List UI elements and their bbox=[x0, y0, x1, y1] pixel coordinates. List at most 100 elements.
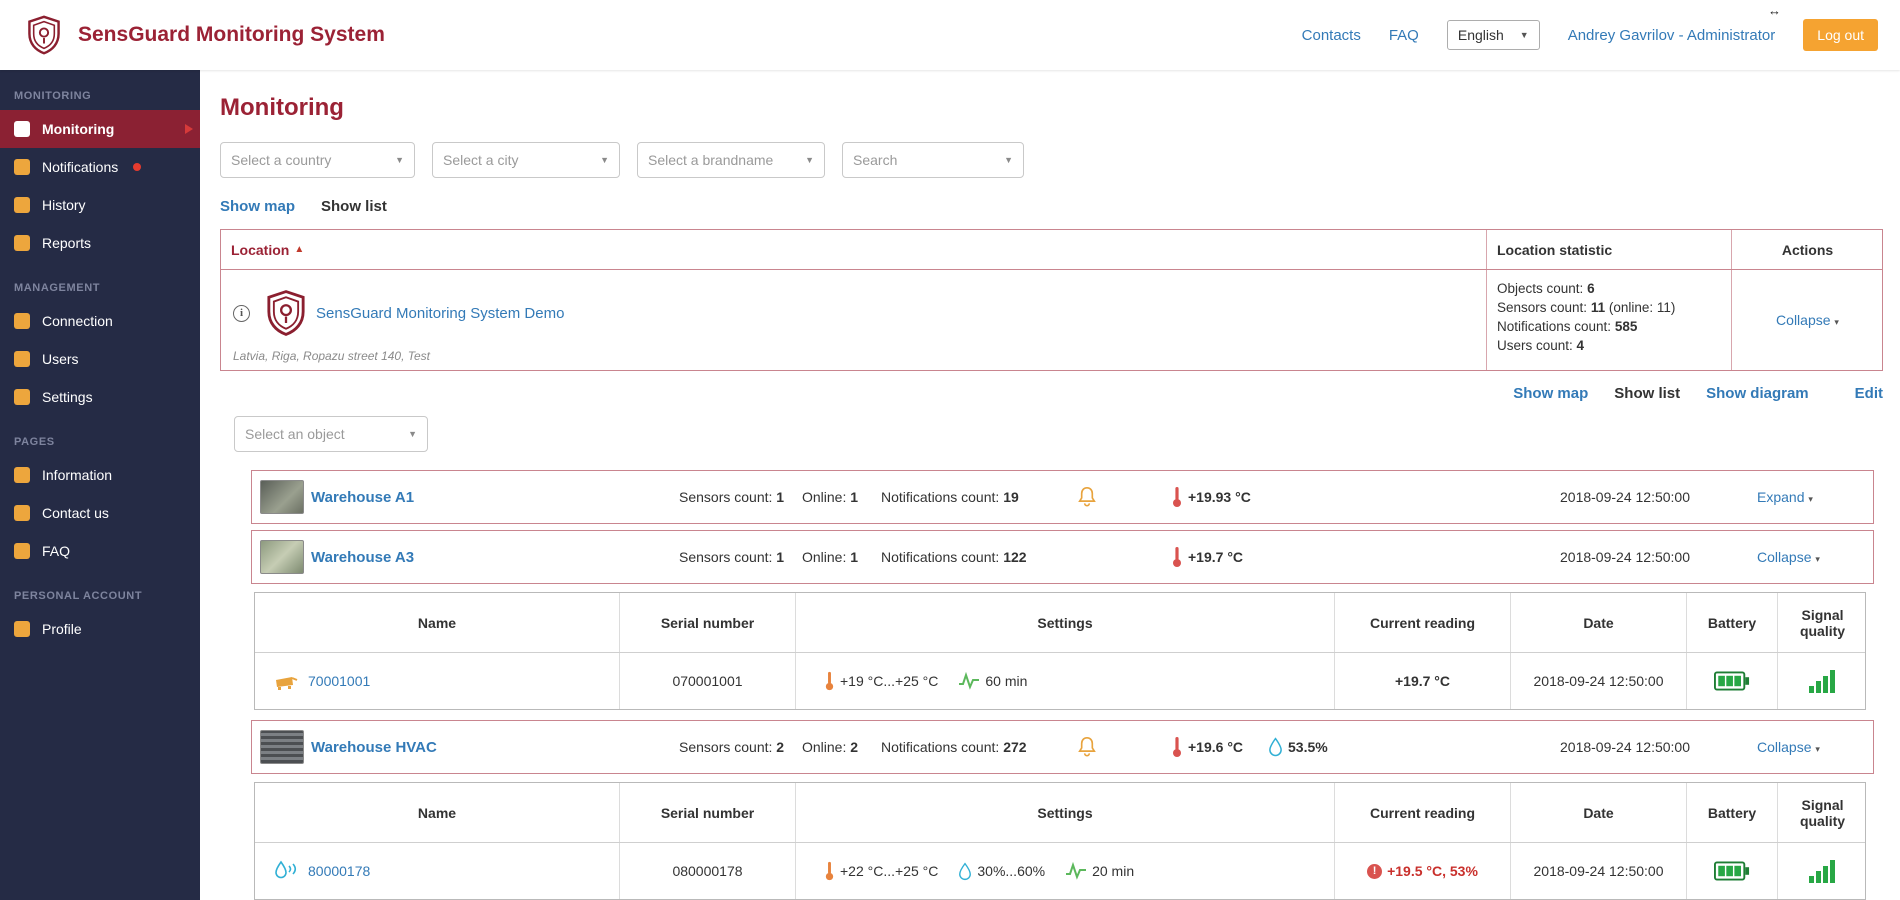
sidebar-item-connection[interactable]: Connection bbox=[0, 302, 200, 340]
object-expand-link[interactable]: Expand ▾ bbox=[1757, 489, 1873, 505]
sidebar-item-information[interactable]: Information bbox=[0, 456, 200, 494]
temperature-reading: +19.7 °C bbox=[1171, 545, 1268, 569]
statistic-column-header: Location statistic bbox=[1486, 230, 1731, 269]
stat-sensors: Sensors count: 11 (online: 11) bbox=[1497, 298, 1721, 317]
sensor-serial: 080000178 bbox=[619, 843, 795, 899]
battery-indicator bbox=[1686, 653, 1777, 709]
object-date: 2018-09-24 12:50:00 bbox=[1560, 739, 1757, 755]
object-thumbnail bbox=[260, 480, 304, 514]
sidebar-item-label: Information bbox=[42, 467, 112, 483]
objects-list: Warehouse A1 Sensors count: 1 Online: 1 … bbox=[251, 470, 1874, 900]
col-signal: Signal quality bbox=[1777, 783, 1867, 842]
brandname-select[interactable]: Select a brandname ▼ bbox=[637, 142, 825, 178]
show-map-link[interactable]: Show map bbox=[220, 198, 295, 215]
col-current: Current reading bbox=[1334, 593, 1510, 652]
header-nav: Contacts FAQ English ▼ Andrey Gavrilov -… bbox=[1302, 19, 1878, 51]
info-icon[interactable]: i bbox=[233, 305, 250, 322]
location-name-link[interactable]: SensGuard Monitoring System Demo bbox=[316, 305, 564, 322]
sidebar-item-history[interactable]: History bbox=[0, 186, 200, 224]
sidebar-item-label: FAQ bbox=[42, 543, 70, 559]
caret-down-icon: ▾ bbox=[1808, 494, 1813, 504]
notification-badge bbox=[133, 163, 141, 171]
col-settings: Settings bbox=[795, 783, 1334, 842]
signal-indicator bbox=[1777, 843, 1867, 899]
sidebar-item-label: Reports bbox=[42, 235, 91, 251]
object-edit-link[interactable]: Edit bbox=[1855, 385, 1883, 402]
col-date: Date bbox=[1510, 593, 1686, 652]
object-select[interactable]: Select an object ▼ bbox=[234, 416, 428, 452]
location-row: i SensGuard Monitoring System Demo Latvi… bbox=[221, 270, 1882, 370]
sensor-row-70001001: 70001001 070001001 +19 °C...+25 °C 60 mi… bbox=[255, 653, 1865, 709]
information-icon bbox=[14, 467, 30, 483]
chevron-down-icon: ▼ bbox=[805, 155, 814, 165]
location-address: Latvia, Riga, Ropazu street 140, Test bbox=[233, 349, 430, 363]
object-show-list-active[interactable]: Show list bbox=[1614, 385, 1680, 402]
object-show-map-link[interactable]: Show map bbox=[1513, 385, 1588, 402]
col-serial: Serial number bbox=[619, 593, 795, 652]
sensor-table-warehouse-hvac: Name Serial number Settings Current read… bbox=[254, 782, 1866, 900]
sidebar-item-label: History bbox=[42, 197, 86, 213]
sensor-settings: +19 °C...+25 °C 60 min bbox=[795, 653, 1334, 709]
col-battery: Battery bbox=[1686, 593, 1777, 652]
logout-button[interactable]: Log out bbox=[1803, 19, 1878, 51]
droplet-icon bbox=[958, 862, 972, 881]
object-date: 2018-09-24 12:50:00 bbox=[1560, 489, 1757, 505]
object-show-diagram-link[interactable]: Show diagram bbox=[1706, 385, 1809, 402]
country-select[interactable]: Select a country ▼ bbox=[220, 142, 415, 178]
show-list-active[interactable]: Show list bbox=[321, 198, 387, 215]
humidity-reading: 53.5% bbox=[1268, 737, 1368, 757]
contacts-link[interactable]: Contacts bbox=[1302, 27, 1361, 44]
object-row-warehouse-hvac: Warehouse HVAC Sensors count: 2 Online: … bbox=[251, 720, 1874, 774]
object-name-link[interactable]: Warehouse A1 bbox=[301, 489, 679, 506]
chevron-down-icon: ▼ bbox=[1004, 155, 1013, 165]
sidebar-item-reports[interactable]: Reports bbox=[0, 224, 200, 262]
sidebar-item-faq[interactable]: FAQ bbox=[0, 532, 200, 570]
sidebar-item-notifications[interactable]: Notifications bbox=[0, 148, 200, 186]
sensor-row-80000178: 80000178 080000178 +22 °C...+25 °C 30%..… bbox=[255, 843, 1865, 899]
sidebar-item-label: Connection bbox=[42, 313, 113, 329]
location-column-header[interactable]: Location ▲ bbox=[221, 230, 1486, 269]
caret-down-icon: ▾ bbox=[1815, 554, 1820, 564]
faq-icon bbox=[14, 543, 30, 559]
user-profile-link[interactable]: Andrey Gavrilov - Administrator bbox=[1568, 27, 1776, 44]
sensor-settings: +22 °C...+25 °C 30%...60% 20 min bbox=[795, 843, 1334, 899]
app-title: SensGuard Monitoring System bbox=[78, 23, 385, 47]
sensor-date: 2018-09-24 12:50:00 bbox=[1510, 653, 1686, 709]
object-name-link[interactable]: Warehouse A3 bbox=[301, 549, 679, 566]
thermometer-icon bbox=[824, 670, 835, 692]
faq-link[interactable]: FAQ bbox=[1389, 27, 1419, 44]
col-name: Name bbox=[255, 783, 619, 842]
sensor-name-link[interactable]: 70001001 bbox=[308, 673, 370, 689]
app-header: SensGuard Monitoring System Contacts FAQ… bbox=[0, 0, 1900, 70]
sidebar-item-settings[interactable]: Settings bbox=[0, 378, 200, 416]
temp-range-setting: +22 °C...+25 °C bbox=[824, 860, 938, 882]
city-select[interactable]: Select a city ▼ bbox=[432, 142, 620, 178]
search-select-placeholder: Search bbox=[853, 152, 897, 168]
active-arrow-icon bbox=[185, 124, 193, 134]
pulse-icon bbox=[1065, 862, 1087, 880]
battery-indicator bbox=[1686, 843, 1777, 899]
col-battery: Battery bbox=[1686, 783, 1777, 842]
chevron-down-icon: ▼ bbox=[395, 155, 404, 165]
sidebar-item-monitoring[interactable]: Monitoring bbox=[0, 110, 200, 148]
actions-column-header: Actions bbox=[1731, 230, 1883, 269]
sidebar-item-contact-us[interactable]: Contact us bbox=[0, 494, 200, 532]
sidebar-item-label: Profile bbox=[42, 621, 82, 637]
object-date: 2018-09-24 12:50:00 bbox=[1560, 549, 1757, 565]
object-name-link[interactable]: Warehouse HVAC bbox=[301, 739, 679, 756]
location-statistics: Objects count: 6 Sensors count: 11 (onli… bbox=[1486, 270, 1731, 370]
sidebar-item-users[interactable]: Users bbox=[0, 340, 200, 378]
sidebar-item-profile[interactable]: Profile bbox=[0, 610, 200, 648]
caret-down-icon: ▾ bbox=[1815, 744, 1820, 754]
humidity-range-setting: 30%...60% bbox=[958, 862, 1045, 881]
language-select[interactable]: English ▼ bbox=[1447, 20, 1540, 50]
sensor-name-link[interactable]: 80000178 bbox=[308, 863, 370, 879]
col-current: Current reading bbox=[1334, 783, 1510, 842]
object-collapse-link[interactable]: Collapse ▾ bbox=[1757, 739, 1873, 755]
object-collapse-link[interactable]: Collapse ▾ bbox=[1757, 549, 1873, 565]
sensor-current-reading: +19.7 °C bbox=[1334, 653, 1510, 709]
language-value: English bbox=[1458, 27, 1504, 43]
location-collapse-link[interactable]: Collapse ▾ bbox=[1776, 312, 1839, 328]
search-select[interactable]: Search ▼ bbox=[842, 142, 1024, 178]
chevron-down-icon: ▼ bbox=[408, 429, 417, 439]
